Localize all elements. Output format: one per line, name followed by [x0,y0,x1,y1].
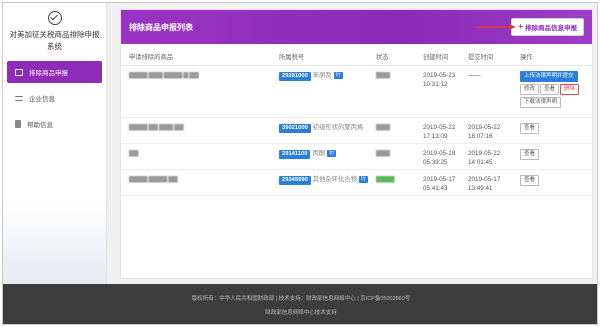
tariff-code-name: 初级形状的聚丙烯 [312,123,364,131]
created-time: 17:13:09 [423,132,448,140]
brand-title: 对美加征关税商品排除申报系统 [9,30,100,51]
tariff-code: 39021000 [279,123,311,133]
tariff-code-cell: 29349990 其他杂环化合物衍 [279,175,368,185]
upload-statement-submit-button[interactable]: 上传法律声明并提交 [520,70,578,82]
add-button-label: 排除商品信息申报 [525,25,577,32]
tariff-code-cell: 39021000 初级形状的聚丙烯 [279,123,368,133]
view-button[interactable]: 查看 [520,122,540,134]
product-name: ▇▇ [129,149,139,157]
tariff-tag: 衍 [327,149,337,157]
tariff-code-cell: 29141100 丙酮衍 [279,149,368,159]
sidebar-item-company-info[interactable]: 企业信息 [7,87,102,109]
sidebar-item-label: 排除商品申报 [29,70,68,77]
submitted-date: 2019-05-22 [468,149,501,157]
column-header: 状态 [368,48,415,66]
add-product-declaration-button[interactable]: + 排除商品信息申报 [511,18,584,36]
sidebar-background [3,204,107,284]
plus-icon: + [518,22,523,31]
column-header: 所属税号 [271,48,368,66]
tariff-code-name: 苯肼及 [312,71,332,79]
column-header: 申请排除的商品 [121,48,271,66]
submitted-date: 2019-05-22 [468,123,501,131]
created-time: 05:41:43 [423,184,448,192]
table-row: ▇▇▇▇ ▇▇ ▇▇▇ ▇▇ 39021000 初级形状的聚丙烯 ▇▇▇ 2019… [121,117,592,144]
footer: 版权所有：中华人民共和国财政部 | 技术支持：财政部信息网络中心 | 京ICP备… [3,284,597,324]
view-button[interactable]: 查看 [540,83,560,95]
footer-support: 财政部信息网络中心技术支持 [265,310,337,316]
sidebar: 对美加征关税商品排除申报系统 排除商品申报 企业信息 帮助信息 [3,3,107,284]
created-date: 2019-05-17 [423,175,456,183]
status-text: ▇▇▇ [376,149,390,157]
product-name: ▇▇▇▇ ▇▇ ▇▇▇ ▇▇ [129,123,184,131]
app-window: 对美加征关税商品排除申报系统 排除商品申报 企业信息 帮助信息 排除商品申报列表… [2,2,598,325]
status-text: ▇▇▇ [376,123,390,131]
delete-button[interactable]: 删除 [560,83,580,95]
column-header: 创建时间 [415,48,460,66]
panel-header: 排除商品申报列表 + 排除商品信息申报 [121,10,592,44]
tariff-code-name: 其他杂环化合物 [312,175,357,183]
tariff-code-cell: 29281000 苯肼及衍 [279,71,368,81]
form-icon [15,68,23,76]
edit-button[interactable]: 修改 [520,83,540,95]
submitted-date: —— [468,71,481,79]
column-header: 提交时间 [460,48,512,66]
status-text: ▇▇▇ [376,71,390,79]
created-date: 2019-05-18 [423,149,456,157]
table-row: ▇▇ 29141100 丙酮衍 ▇▇▇ 2019-05-18 05:39:25 2… [121,143,592,170]
submitted-time: 18:07:16 [468,132,493,140]
product-name: ▇▇▇▇ ▇▇▇ ▇▇▇▇ ▇ ▇▇ [129,71,199,79]
sidebar-item-label: 企业信息 [29,96,55,103]
tariff-code: 29349990 [279,175,311,185]
created-date: 2019-05-23 [423,71,456,79]
document-icon [15,120,21,128]
sidebar-item-product-declare[interactable]: 排除商品申报 [7,61,102,83]
created-time: 05:39:25 [423,158,448,166]
submitted-time: 14:01:45 [468,158,493,166]
sidebar-item-help[interactable]: 帮助信息 [7,113,102,135]
declaration-table: 申请排除的商品 所属税号 状态 创建时间 提交时间 操作 ▇▇▇▇ ▇▇▇ ▇▇… [121,48,592,196]
brand: 对美加征关税商品排除申报系统 [3,3,106,53]
footer-copyright: 版权所有：中华人民共和国财政部 | 技术支持：财政部信息网络中心 | 京ICP备… [191,296,411,302]
tariff-tag: 衍 [333,71,343,79]
table-row: ▇▇▇▇ ▇▇▇▇ ▇▇ 29349990 其他杂环化合物衍 ▇▇▇▇ 2019-… [121,169,592,196]
download-statement-button[interactable]: 下载法律声明 [520,96,562,108]
table-header-row: 申请排除的商品 所属税号 状态 创建时间 提交时间 操作 [121,48,592,66]
view-button[interactable]: 查看 [520,174,540,186]
submitted-time: 13:49:41 [468,184,493,192]
tariff-tag: 衍 [358,175,368,183]
created-time: 10:31:12 [423,80,448,88]
column-header: 操作 [512,48,592,66]
tariff-code: 29281000 [279,71,311,81]
created-date: 2019-05-22 [423,123,456,131]
page-title: 排除商品申报列表 [129,22,193,32]
view-button[interactable]: 查看 [520,148,540,160]
product-name: ▇▇▇▇ ▇▇▇▇ ▇▇ [129,175,178,183]
submitted-date: 2019-05-17 [468,175,501,183]
tariff-code-name: 丙酮 [312,149,326,157]
main-panel: 排除商品申报列表 + 排除商品信息申报 申请排除的商品 所属税号 状态 创建时间… [120,9,593,279]
sidebar-nav: 排除商品申报 企业信息 帮助信息 [3,61,106,135]
tariff-code: 29141100 [279,149,311,159]
status-text: ▇▇▇▇ [376,175,395,183]
arrow-annotation-icon [476,24,516,30]
check-circle-icon [47,11,62,25]
sliders-icon [15,95,23,101]
table-row: ▇▇▇▇ ▇▇▇ ▇▇▇▇ ▇ ▇▇ 29281000 苯肼及衍 ▇▇▇ 2019… [121,65,592,118]
sidebar-item-label: 帮助信息 [27,122,53,129]
